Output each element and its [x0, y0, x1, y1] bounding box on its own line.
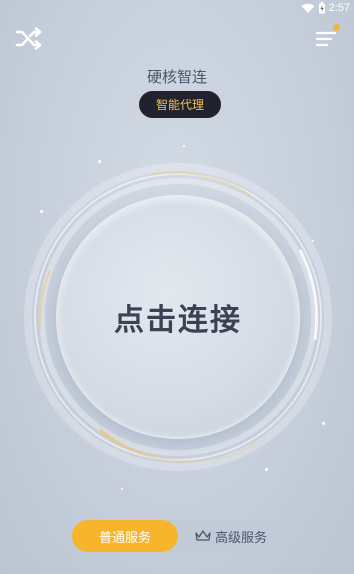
- battery-icon: [318, 2, 325, 14]
- wifi-icon: [301, 3, 315, 13]
- connect-label: 点击连接: [114, 303, 242, 338]
- mode-badge[interactable]: 智能代理: [139, 91, 221, 118]
- menu-icon[interactable]: [314, 28, 340, 50]
- connect-button[interactable]: 点击连接: [58, 197, 298, 437]
- status-icons: 2:57: [301, 2, 350, 14]
- premium-service-tab[interactable]: 高级服务: [178, 520, 284, 552]
- shuffle-icon[interactable]: [14, 26, 44, 52]
- sparkle: [183, 145, 185, 147]
- sparkle: [265, 468, 268, 471]
- sparkle: [312, 240, 314, 242]
- crown-icon: [195, 530, 211, 541]
- notification-dot: [333, 24, 340, 31]
- sparkle: [322, 422, 325, 425]
- service-toggle: 普通服务 高级服务: [72, 520, 284, 552]
- premium-service-label: 高级服务: [214, 530, 267, 546]
- app-title: 硬核智连: [146, 68, 207, 86]
- sparkle: [98, 160, 101, 163]
- sparkle: [40, 210, 43, 213]
- status-bar: 2:57: [0, 0, 354, 20]
- sparkle: [121, 488, 123, 490]
- status-time: 2:57: [328, 2, 350, 14]
- basic-service-tab[interactable]: 普通服务: [72, 520, 178, 552]
